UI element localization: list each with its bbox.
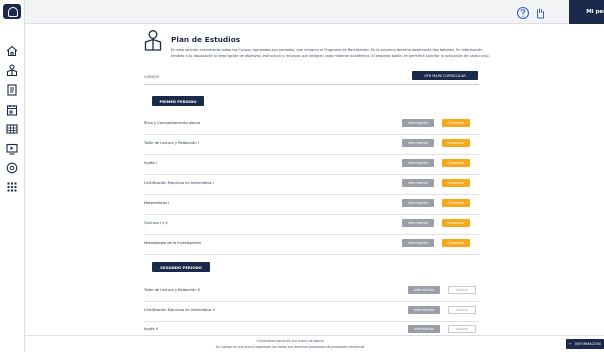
start-course-button[interactable]: Comenzar — [442, 239, 470, 247]
sidebar — [0, 0, 25, 352]
top-bar: Mi perfil — [25, 0, 604, 24]
start-course-button[interactable]: Comenzar — [442, 219, 470, 227]
calendar-icon[interactable] — [5, 103, 19, 117]
hand-icon[interactable] — [533, 6, 547, 20]
start-course-button[interactable]: Comenzar — [442, 179, 470, 187]
at-sign-icon[interactable] — [5, 161, 19, 175]
courses-header-row: CURSOS VER MAPA CURRICULAR — [144, 71, 479, 85]
main-content: Plan de Estudios En esta sección encontr… — [25, 25, 604, 335]
footer: Universidad alpura es una marca de alpur… — [25, 335, 604, 352]
course-row: Metodología de la investigación Informac… — [144, 237, 479, 255]
shield-logo-icon[interactable] — [3, 4, 21, 19]
apps-grid-icon[interactable] — [5, 180, 19, 194]
second-period-button[interactable]: SEGUNDO PERIODO — [152, 262, 210, 272]
first-period-button[interactable]: PRIMER PERIODO — [152, 96, 204, 106]
course-row: Taller de Lectura y Redacción I Informac… — [144, 137, 479, 155]
course-row: Taller de Lectura y Redacción II Informa… — [144, 284, 479, 302]
footer-line-1: Universidad alpura es una marca de alpur… — [256, 339, 324, 343]
monitor-icon[interactable] — [5, 142, 19, 156]
information-tab[interactable]: ← INFORMACIÓN — [566, 339, 604, 349]
page-description: En esta sección encontrarás todos los Cu… — [171, 48, 490, 58]
grid-table-icon[interactable] — [5, 122, 19, 136]
information-button[interactable]: Información — [402, 139, 434, 147]
course-row: Certificación Ejecutiva en Informática I… — [144, 177, 479, 195]
page-title: Plan de Estudios — [171, 35, 241, 44]
information-button[interactable]: Información — [402, 199, 434, 207]
course-name: Química I y II — [144, 221, 168, 225]
course-row: Certificación Ejecutiva en Informática I… — [144, 304, 479, 322]
course-name: Certificación Ejecutiva en Informática I — [144, 181, 214, 185]
courses-label: CURSOS — [144, 75, 160, 79]
information-button[interactable]: Información — [408, 286, 440, 294]
course-name: Metodología de la investigación — [144, 241, 202, 245]
course-row: Química I y II Información Comenzar — [144, 217, 479, 235]
question-circle-icon[interactable] — [516, 6, 530, 20]
information-button[interactable]: Información — [402, 119, 434, 127]
footer-line-2: All College es una marca registrada con … — [215, 345, 365, 349]
course-row: Ética y Comportamiento alpura Informació… — [144, 117, 479, 135]
activate-course-button[interactable]: Activar — [448, 325, 476, 333]
profile-button[interactable]: Mi perfil — [569, 0, 604, 24]
course-row: Inglés II Información Activar — [144, 323, 479, 335]
information-button[interactable]: Información — [402, 219, 434, 227]
information-button[interactable]: Información — [402, 179, 434, 187]
information-button[interactable]: Información — [402, 159, 434, 167]
curricular-map-button[interactable]: VER MAPA CURRICULAR — [412, 71, 478, 80]
home-icon[interactable] — [5, 44, 19, 58]
arrow-left-icon: ← — [569, 342, 573, 346]
course-name: Taller de Lectura y Redacción II — [144, 288, 200, 292]
divider — [144, 84, 479, 85]
start-course-button[interactable]: Comenzar — [442, 139, 470, 147]
information-button[interactable]: Información — [408, 306, 440, 314]
information-tab-label: INFORMACIÓN — [575, 342, 601, 346]
start-course-button[interactable]: Comenzar — [442, 119, 470, 127]
course-name: Matemáticas I — [144, 201, 170, 205]
information-button[interactable]: Información — [402, 239, 434, 247]
course-name: Certificación Ejecutiva en Informática I… — [144, 308, 215, 312]
activate-course-button[interactable]: Activar — [448, 306, 476, 314]
information-button[interactable]: Información — [408, 325, 440, 333]
student-icon — [143, 29, 163, 51]
course-name: Inglés I — [144, 161, 157, 165]
activate-course-button[interactable]: Activar — [448, 286, 476, 294]
app-root: Mi perfil Plan de Estudios En esta secci… — [0, 0, 604, 352]
graduation-icon[interactable] — [5, 63, 19, 77]
course-name: Ética y Comportamiento alpura — [144, 121, 201, 125]
start-course-button[interactable]: Comenzar — [442, 199, 470, 207]
course-row: Matemáticas I Información Comenzar — [144, 197, 479, 215]
document-icon[interactable] — [5, 83, 19, 97]
course-row: Inglés I Información Comenzar — [144, 157, 479, 175]
start-course-button[interactable]: Comenzar — [442, 159, 470, 167]
course-name: Taller de Lectura y Redacción I — [144, 141, 199, 145]
course-name: Inglés II — [144, 327, 158, 331]
